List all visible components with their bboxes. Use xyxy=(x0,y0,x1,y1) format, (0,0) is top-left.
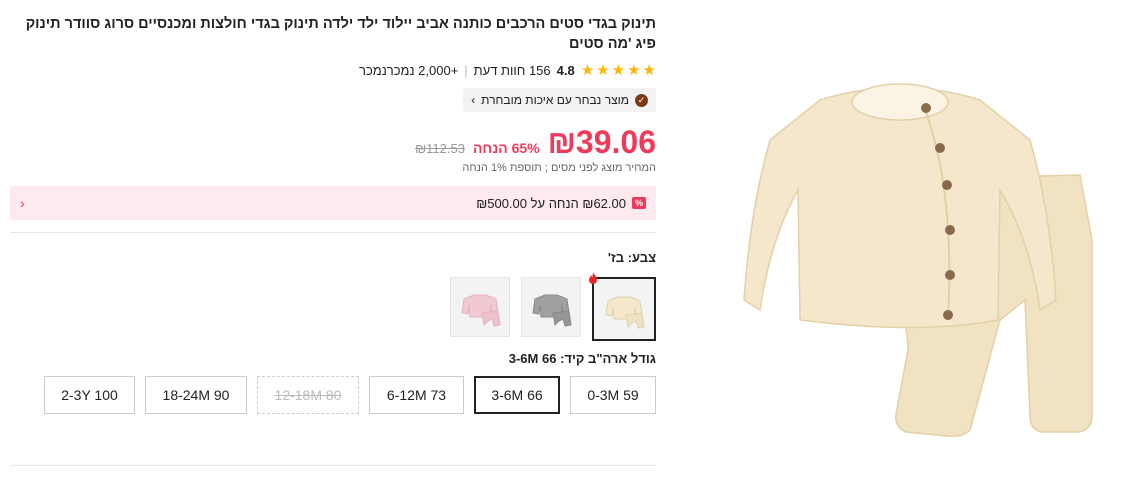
color-swatch-pink[interactable] xyxy=(450,277,510,337)
color-swatch-grey[interactable] xyxy=(521,277,581,337)
separator: | xyxy=(464,63,468,78)
promo-banner[interactable]: % ₪62.00 הנחה על ₪500.00 ‹ xyxy=(10,186,656,220)
star-icon: ★ xyxy=(627,62,641,79)
product-title: תינוק בגדי סטים הרכבים כותנה אביב יילוד … xyxy=(25,16,656,52)
sold-count: +2,000 נמכרנמכר xyxy=(359,63,459,78)
size-options: 0-3M 59 3-6M 66 6-12M 73 12-18M 80 18-24… xyxy=(10,376,656,414)
divider xyxy=(10,465,656,466)
color-label: צבע: בז' xyxy=(607,250,656,265)
star-icon: ★ xyxy=(596,62,610,79)
star-icon: ★ xyxy=(642,62,656,79)
outfit-thumbnail xyxy=(461,294,501,327)
size-option[interactable]: 18-24M 90 xyxy=(145,376,247,414)
chevron-right-icon: › xyxy=(471,93,476,107)
original-price: ₪112.53 xyxy=(415,141,465,156)
size-option[interactable]: 2-3Y 100 xyxy=(44,376,135,414)
size-option-selected[interactable]: 3-6M 66 xyxy=(474,376,560,414)
size-option[interactable]: 0-3M 59 xyxy=(570,376,656,414)
quality-badge-label: מוצר נבחר עם איכות מובחרת xyxy=(481,93,629,107)
outfit-thumbnail xyxy=(532,294,572,327)
promo-content: % ₪62.00 הנחה על ₪500.00 xyxy=(476,196,646,211)
discount-badge: 65% הנחה xyxy=(472,140,540,156)
price-row: ₪39.06 65% הנחה ₪112.53 xyxy=(10,124,656,160)
rating-score: 4.8 xyxy=(556,63,575,78)
check-badge-icon: ✓ xyxy=(635,93,648,107)
size-option[interactable]: 6-12M 73 xyxy=(369,376,464,414)
current-price: ₪39.06 xyxy=(547,124,656,160)
product-info-panel: תינוק בגדי סטים הרכבים כותנה אביב יילוד … xyxy=(10,14,656,414)
color-swatches xyxy=(10,272,656,341)
coupon-icon: % xyxy=(631,197,646,209)
outfit-thumbnail xyxy=(605,296,645,329)
size-option-unavailable[interactable]: 12-18M 80 xyxy=(257,376,359,414)
size-label: גודל ארה"ב קיד: 3-6M 66 xyxy=(508,351,656,366)
star-icon: ★ xyxy=(580,62,595,79)
product-main-image[interactable] xyxy=(700,70,1100,450)
color-swatch-beige[interactable] xyxy=(589,272,656,341)
quality-badge[interactable]: ✓ מוצר נבחר עם איכות מובחרת › xyxy=(463,88,656,112)
reviews-link[interactable]: 156 חוות דעת xyxy=(474,63,551,78)
rating-stars[interactable]: ★ ★ ★ ★ ★ xyxy=(581,63,656,78)
tax-note: המחיר מוצג לפני מסים ; תוספת 1% הנחה xyxy=(462,162,656,174)
rating-row: ★ ★ ★ ★ ★ 4.8 156 חוות דעת | +2,000 נמכר… xyxy=(10,63,656,78)
promo-text: ₪62.00 הנחה על ₪500.00 xyxy=(476,195,626,211)
divider xyxy=(10,232,656,233)
fire-icon xyxy=(589,272,597,284)
chevron-right-icon: ‹ xyxy=(20,195,25,211)
star-icon: ★ xyxy=(611,62,626,79)
